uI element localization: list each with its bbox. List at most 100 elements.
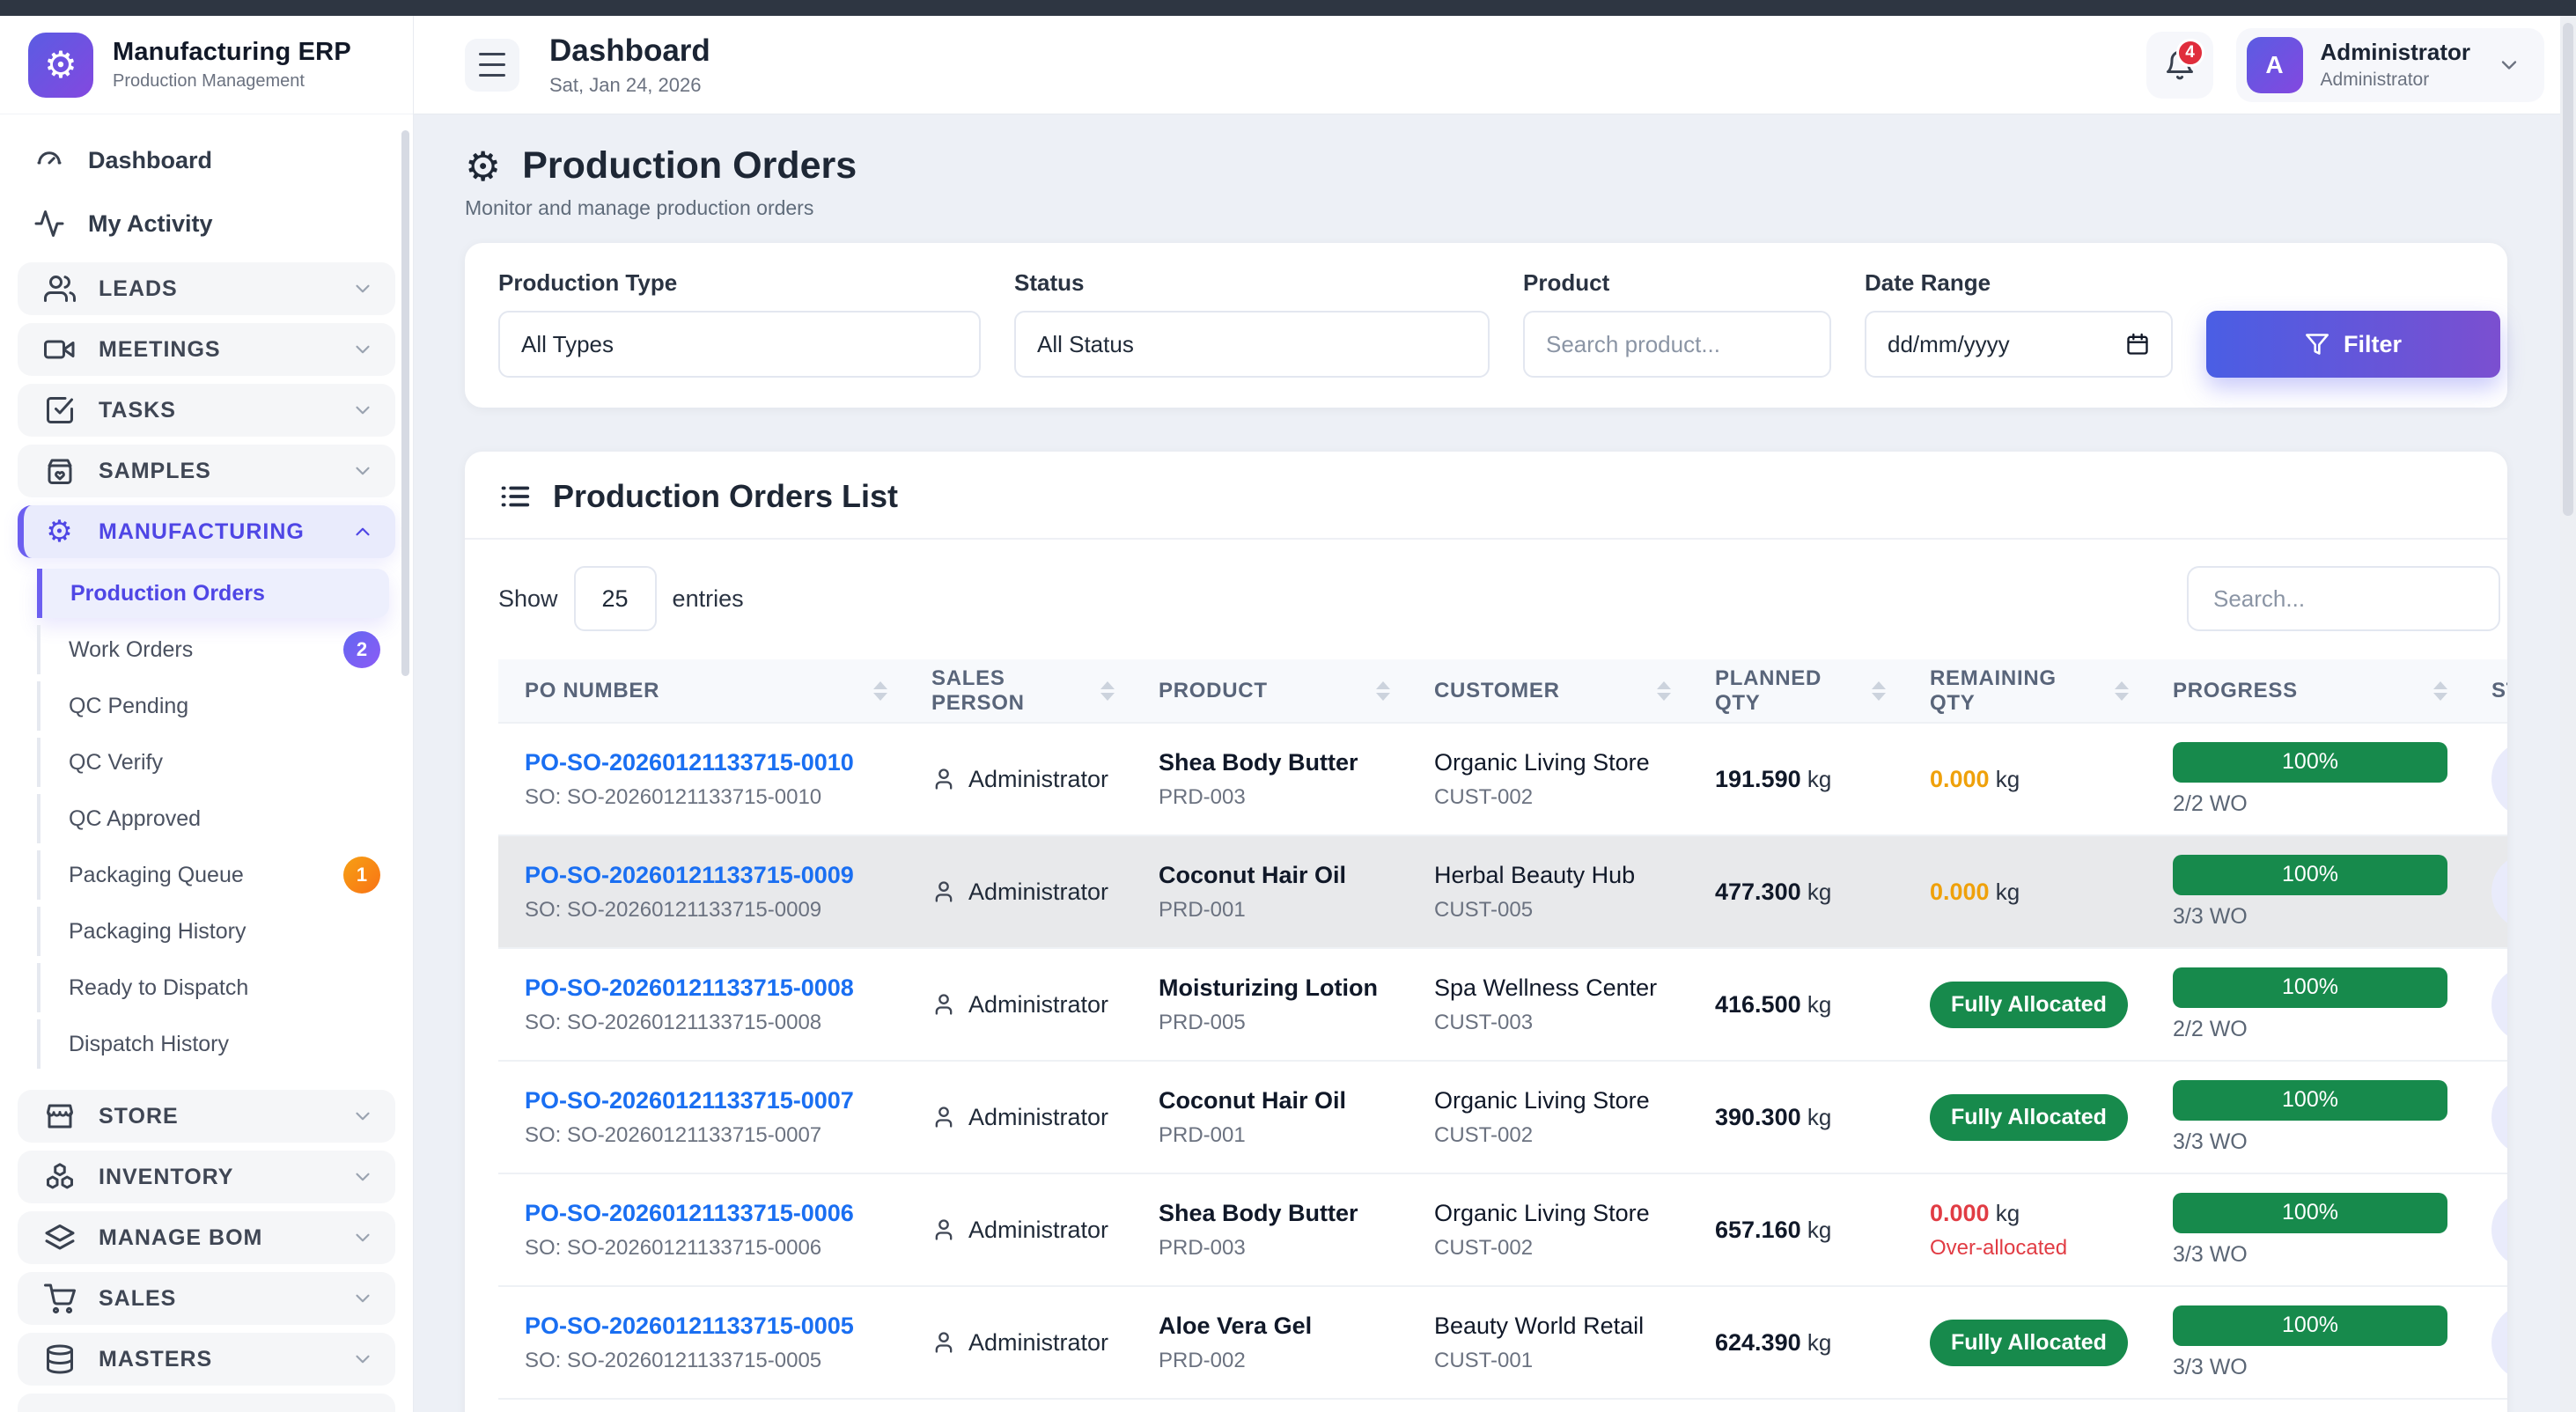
product-code: PRD-001	[1159, 898, 1390, 923]
work-orders-count: 3/3 WO	[2173, 1355, 2447, 1380]
product-cell: Shea Body ButterPRD-003	[1132, 1173, 1408, 1286]
qty-unit: kg	[1801, 1217, 1832, 1243]
remaining-qty-cell: 0.000 kg	[1903, 723, 2146, 835]
po-number-link[interactable]: PO-SO-20260121133715-0005	[525, 1313, 887, 1340]
sidebar-subitem-packaging-history[interactable]: Packaging History	[37, 907, 389, 956]
planned-qty-cell: 477.300 kg	[1689, 835, 1903, 948]
sales-person-name: Administrator	[968, 1329, 1108, 1357]
sidebar-subitem-label: Packaging Queue	[69, 863, 343, 888]
date-range-label: Date Range	[1865, 269, 2173, 297]
sidebar-item-sales[interactable]: SALES	[18, 1272, 395, 1325]
product-search-input[interactable]	[1523, 311, 1831, 378]
customer-code: CUST-002	[1434, 785, 1671, 810]
page-title-gear-icon: ⚙	[465, 146, 501, 187]
sync-button[interactable]	[2491, 740, 2507, 818]
qty-unit: kg	[1990, 1200, 2020, 1226]
column-header-customer[interactable]: CUSTOMER	[1408, 659, 1689, 723]
po-number-link[interactable]: PO-SO-20260121133715-0008	[525, 974, 887, 1002]
customer-code: CUST-003	[1434, 1011, 1671, 1035]
so-number: SO: SO-20260121133715-0010	[525, 785, 887, 810]
sidebar-item-label: MANAGE BOM	[99, 1225, 328, 1251]
product-code: PRD-002	[1159, 1349, 1390, 1373]
product-name: Shea Body Butter	[1159, 749, 1390, 776]
sidebar-item-label: MANUFACTURING	[99, 519, 328, 545]
sidebar-subitem-qc-pending[interactable]: QC Pending	[37, 681, 389, 731]
qty-unit: kg	[1801, 766, 1832, 792]
menu-toggle-button[interactable]	[465, 39, 519, 92]
product-label: Product	[1523, 269, 1831, 297]
cubes-icon	[44, 1161, 76, 1193]
sidebar-scrollbar[interactable]	[401, 130, 409, 676]
chevron-down-icon	[351, 460, 374, 482]
date-range-input[interactable]: dd/mm/yyyy	[1865, 311, 2173, 378]
product-name: Coconut Hair Oil	[1159, 1087, 1390, 1114]
sync-button[interactable]	[2491, 1191, 2507, 1269]
remaining-qty-cell: 0.000 kgOver-allocated	[1903, 1173, 2146, 1286]
sales-person: Administrator	[931, 1217, 1115, 1244]
entries-per-page-select[interactable]: 25	[574, 566, 657, 631]
sidebar-item-inventory[interactable]: INVENTORY	[18, 1151, 395, 1203]
so-number: SO: SO-20260121133715-0007	[525, 1123, 887, 1148]
column-header-product[interactable]: PRODUCT	[1132, 659, 1408, 723]
customer-name: Spa Wellness Center	[1434, 974, 1671, 1002]
table-row: PO-SO-20260121133715-0009SO: SO-20260121…	[498, 835, 2507, 948]
gear-icon: ⚙	[44, 516, 76, 548]
sync-button[interactable]	[2491, 1078, 2507, 1156]
sidebar-item-samples[interactable]: SAMPLES	[18, 445, 395, 497]
sidebar-item-tasks[interactable]: TASKS	[18, 384, 395, 437]
sidebar-item-manufacturing[interactable]: ⚙ MANUFACTURING	[18, 505, 395, 558]
table-search-input[interactable]	[2187, 566, 2500, 631]
page-scrollbar[interactable]	[2560, 16, 2576, 1412]
allocation-status-badge: Fully Allocated	[1930, 982, 2128, 1028]
column-header-planned-qty[interactable]: PLANNED QTY	[1689, 659, 1903, 723]
notifications-button[interactable]: 4	[2146, 32, 2213, 99]
sidebar-subitem-packaging-queue[interactable]: Packaging Queue1	[37, 850, 389, 900]
production-type-select[interactable]: All Types	[498, 311, 981, 378]
sidebar-item-store[interactable]: STORE	[18, 1090, 395, 1143]
qty-unit: kg	[1801, 1104, 1832, 1130]
work-orders-count: 3/3 WO	[2173, 1242, 2447, 1268]
user-menu[interactable]: A Administrator Administrator	[2236, 28, 2544, 102]
sidebar-subitem-qc-verify[interactable]: QC Verify	[37, 738, 389, 787]
sidebar-subitem-label: Dispatch History	[69, 1032, 389, 1057]
sidebar-subitem-production-orders[interactable]: Production Orders	[37, 569, 389, 618]
status-cell	[2465, 1286, 2507, 1399]
filter-button[interactable]: Filter	[2206, 311, 2500, 378]
customer-name: Beauty World Retail	[1434, 1313, 1671, 1340]
progress-cell: 100%3/3 WO	[2146, 1286, 2465, 1399]
sync-button[interactable]	[2491, 966, 2507, 1043]
sample-box-icon	[44, 455, 76, 487]
sidebar-item-masters[interactable]: MASTERS	[18, 1333, 395, 1386]
sync-button[interactable]	[2491, 1304, 2507, 1381]
column-header-sales-person[interactable]: SALES PERSON	[905, 659, 1132, 723]
work-orders-count: 3/3 WO	[2173, 1129, 2447, 1155]
status-select[interactable]: All Status	[1014, 311, 1490, 378]
calendar-icon	[2125, 332, 2150, 357]
column-header-progress[interactable]: PROGRESS	[2146, 659, 2465, 723]
sidebar-item-meetings[interactable]: MEETINGS	[18, 323, 395, 376]
planned-qty-cell: 624.390 kg	[1689, 1286, 1903, 1399]
sales-person-name: Administrator	[968, 991, 1108, 1019]
sidebar-subitem-qc-approved[interactable]: QC Approved	[37, 794, 389, 843]
sidebar-item-my-activity[interactable]: My Activity	[33, 199, 395, 248]
orders-table-wrap: PO NUMBERSALES PERSONPRODUCTCUSTOMERPLAN…	[498, 659, 2507, 1400]
remaining-qty-cell: Fully Allocated	[1903, 948, 2146, 1061]
sync-button[interactable]	[2491, 853, 2507, 930]
sidebar-subitem-ready-to-dispatch[interactable]: Ready to Dispatch	[37, 963, 389, 1012]
sidebar-item-dashboard[interactable]: Dashboard	[33, 136, 395, 185]
chevron-down-icon	[351, 399, 374, 422]
po-number-link[interactable]: PO-SO-20260121133715-0010	[525, 749, 887, 776]
column-header-po-number[interactable]: PO NUMBER	[498, 659, 905, 723]
sidebar-subitem-dispatch-history[interactable]: Dispatch History	[37, 1019, 389, 1069]
status-cell	[2465, 723, 2507, 835]
planned-qty-cell: 657.160 kg	[1689, 1173, 1903, 1286]
po-number-link[interactable]: PO-SO-20260121133715-0006	[525, 1200, 887, 1227]
qty-unit: kg	[1801, 1329, 1832, 1356]
po-number-link[interactable]: PO-SO-20260121133715-0009	[525, 862, 887, 889]
column-header-remaining-qty[interactable]: REMAINING QTY	[1903, 659, 2146, 723]
sidebar-item-leads[interactable]: LEADS	[18, 262, 395, 315]
po-number-link[interactable]: PO-SO-20260121133715-0007	[525, 1087, 887, 1114]
sidebar-item-manage-bom[interactable]: MANAGE BOM	[18, 1211, 395, 1264]
sort-arrows-icon	[1376, 681, 1390, 701]
sidebar-subitem-work-orders[interactable]: Work Orders2	[37, 625, 389, 674]
